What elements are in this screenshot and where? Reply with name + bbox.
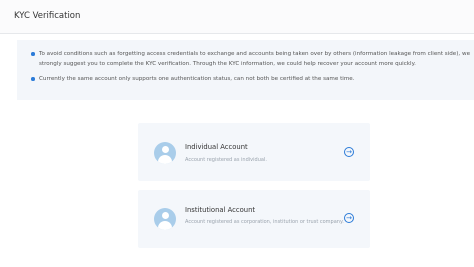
bullet-dot: [31, 52, 35, 56]
page-header: KYC Verification: [0, 0, 474, 34]
card-description: Account registered as individual.: [185, 157, 267, 163]
user-avatar-icon: [154, 208, 176, 230]
notice-text-line: To avoid conditions such as forgetting a…: [39, 51, 471, 57]
card-title: Institutional Account: [185, 206, 256, 214]
individual-account-card[interactable]: Individual Account Account registered as…: [138, 123, 370, 181]
card-description: Account registered as corporation, insti…: [185, 219, 344, 225]
arrow-right-circle-icon[interactable]: →: [344, 147, 354, 157]
arrow-right-circle-icon[interactable]: →: [344, 213, 354, 223]
card-title: Individual Account: [185, 143, 248, 151]
kyc-notice: To avoid conditions such as forgetting a…: [17, 40, 474, 100]
user-avatar-icon: [154, 142, 176, 164]
institutional-account-card[interactable]: Institutional Account Account registered…: [138, 190, 370, 248]
notice-text-line: strongly suggest you to complete the KYC…: [39, 61, 416, 67]
page-title: KYC Verification: [14, 11, 81, 21]
bullet-dot: [31, 77, 35, 81]
notice-text-line: Currently the same account only supports…: [39, 76, 355, 82]
